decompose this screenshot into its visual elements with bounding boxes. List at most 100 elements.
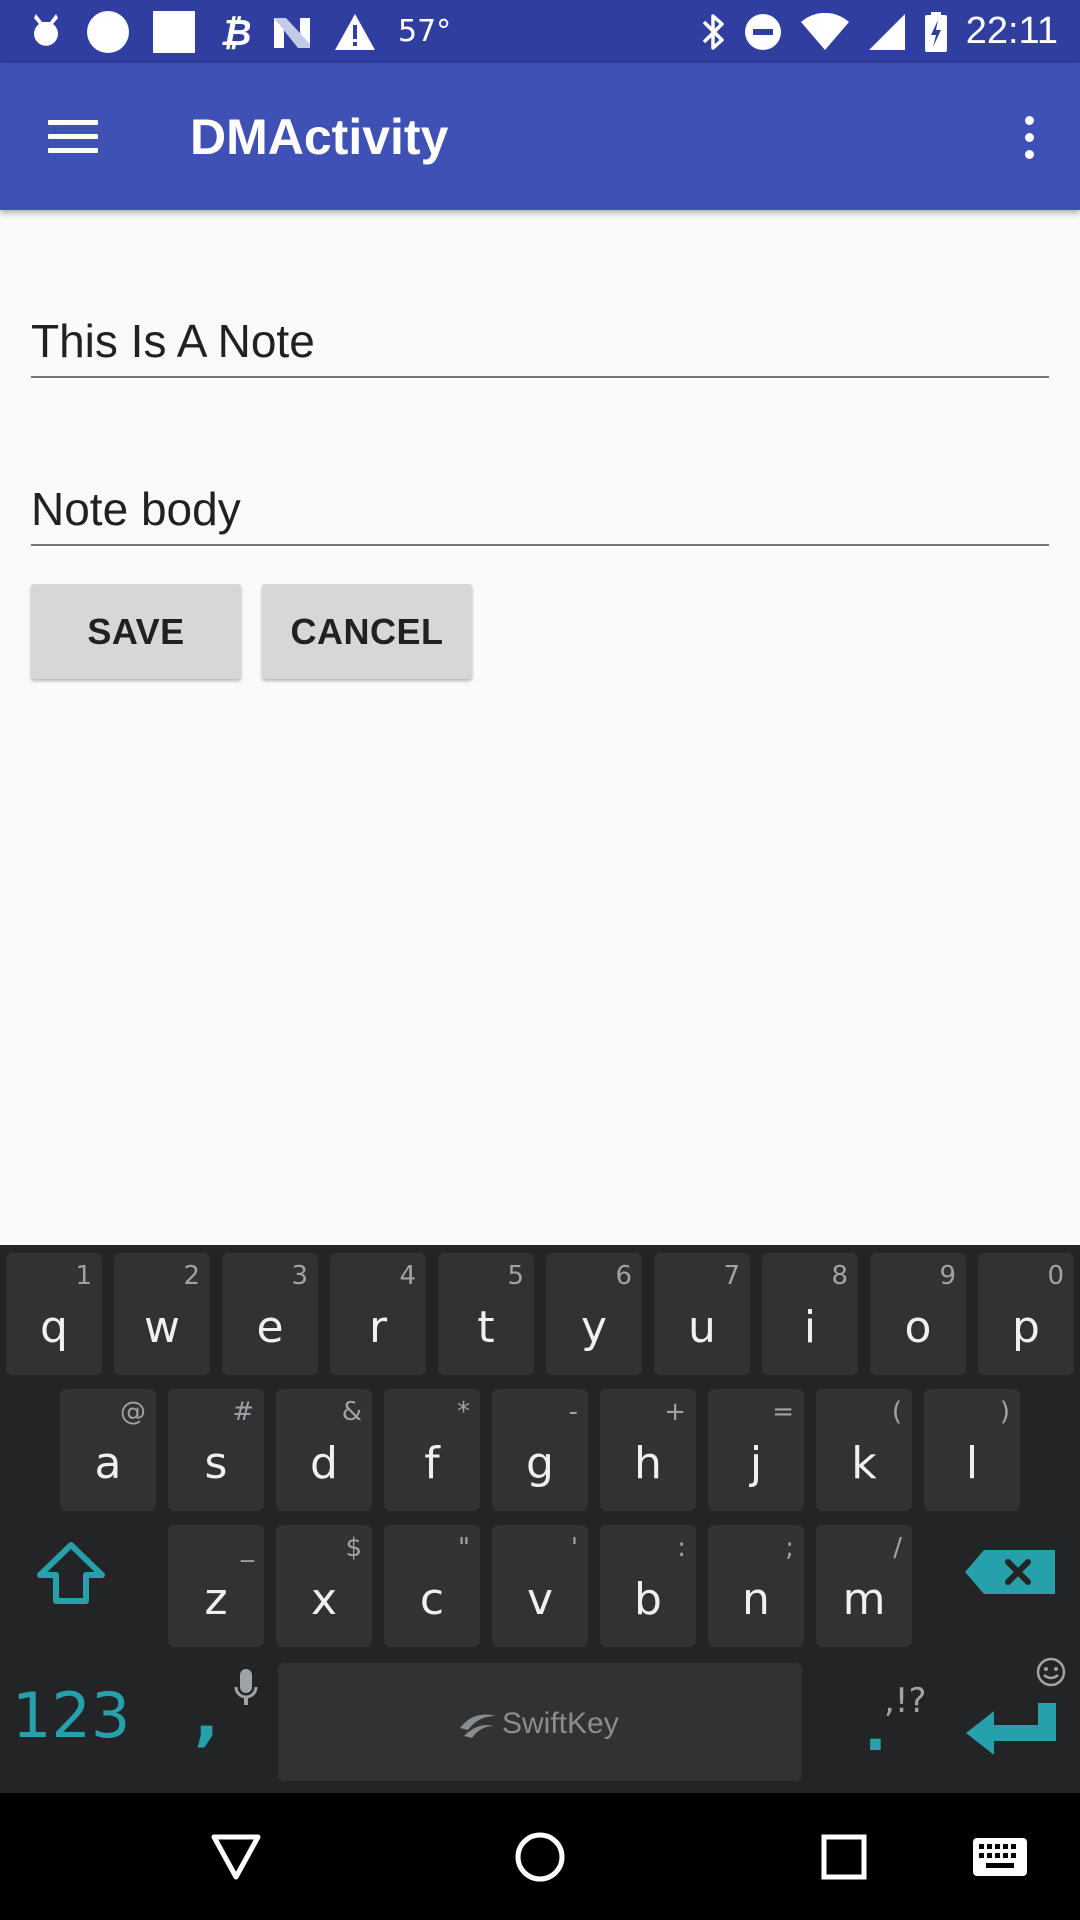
note-title-underline <box>31 376 1049 378</box>
note-title-value: This Is A Note <box>31 315 315 367</box>
key-w[interactable]: 2w <box>114 1253 210 1375</box>
shift-icon <box>36 1541 106 1610</box>
key-label: o <box>904 1302 932 1353</box>
key-p[interactable]: 0p <box>978 1253 1074 1375</box>
key-label: l <box>965 1438 979 1489</box>
enter-key[interactable] <box>946 1651 1072 1781</box>
key-k[interactable]: (k <box>816 1389 912 1511</box>
n-app-icon <box>272 14 312 50</box>
key-hint: 4 <box>399 1261 416 1291</box>
backspace-icon <box>964 1549 1056 1600</box>
key-label: f <box>424 1438 440 1489</box>
status-left-icons: ₿ 57° <box>28 0 451 63</box>
app-bar: DMActivity <box>0 63 1080 210</box>
key-z[interactable]: _ z <box>168 1525 264 1647</box>
key-o[interactable]: 9o <box>870 1253 966 1375</box>
key-y[interactable]: 6y <box>546 1253 642 1375</box>
key-label: c <box>419 1574 445 1625</box>
period-key[interactable]: ,!? . <box>838 1651 938 1767</box>
key-e[interactable]: 3e <box>222 1253 318 1375</box>
enter-icon <box>964 1701 1058 1762</box>
key-u[interactable]: 7u <box>654 1253 750 1375</box>
key-label: e <box>256 1302 284 1353</box>
cancel-button[interactable]: CANCEL <box>262 584 472 679</box>
more-vert-icon[interactable] <box>1014 107 1044 167</box>
key-hint: 0 <box>1047 1261 1064 1291</box>
key-hint: : <box>677 1533 686 1563</box>
key-label: u <box>688 1302 716 1353</box>
key-hint: * <box>457 1397 470 1427</box>
key-label: g <box>526 1438 554 1489</box>
clock-text: 22:11 <box>965 10 1058 52</box>
back-triangle-icon[interactable] <box>176 1793 296 1920</box>
do-not-disturb-icon <box>744 13 782 51</box>
wifi-icon <box>800 12 850 51</box>
status-bar: ₿ 57° 22:11 <box>0 0 1080 63</box>
key-hint: / <box>893 1533 902 1563</box>
key-l[interactable]: ) l <box>924 1389 1020 1511</box>
key-label: k <box>851 1438 877 1489</box>
recents-square-icon[interactable] <box>784 1793 904 1920</box>
key-s[interactable]: # s <box>168 1389 264 1511</box>
key-v[interactable]: ' v <box>492 1525 588 1647</box>
numbers-key[interactable]: 123 <box>0 1651 140 1767</box>
hamburger-menu-icon[interactable] <box>38 105 108 167</box>
shift-key[interactable] <box>8 1515 133 1631</box>
key-q[interactable]: 1q <box>6 1253 102 1375</box>
warning-icon <box>334 13 376 51</box>
key-hint: 9 <box>939 1261 956 1291</box>
keyboard-icon[interactable] <box>940 1793 1060 1920</box>
cell-signal-icon <box>868 13 906 51</box>
swiftkey-logo: SwiftKey <box>458 1707 619 1741</box>
key-hint: 8 <box>831 1261 848 1291</box>
period-key-label: . <box>864 1695 887 1765</box>
key-hint: 6 <box>615 1261 632 1291</box>
key-n[interactable]: ; n <box>708 1525 804 1647</box>
battery-charging-icon <box>924 11 948 53</box>
key-hint: # <box>232 1397 254 1427</box>
key-h[interactable]: + h <box>600 1389 696 1511</box>
comma-key[interactable]: , <box>168 1651 268 1767</box>
key-label: v <box>526 1574 554 1625</box>
key-label: w <box>144 1302 180 1353</box>
key-t[interactable]: 5t <box>438 1253 534 1375</box>
key-f[interactable]: * f <box>384 1389 480 1511</box>
key-x[interactable]: $ x <box>276 1525 372 1647</box>
key-label: i <box>803 1302 817 1353</box>
key-i[interactable]: 8i <box>762 1253 858 1375</box>
space-key[interactable]: SwiftKey <box>278 1663 802 1781</box>
home-circle-icon[interactable] <box>480 1793 600 1920</box>
note-body-value: Note body <box>31 483 241 535</box>
backspace-key[interactable] <box>946 1515 1072 1631</box>
key-hint: _ <box>241 1533 254 1563</box>
key-hint: 5 <box>507 1261 524 1291</box>
key-c[interactable]: " c <box>384 1525 480 1647</box>
key-r[interactable]: 4r <box>330 1253 426 1375</box>
key-hint: ' <box>570 1533 578 1563</box>
note-body-field[interactable]: Note body <box>31 481 1049 547</box>
key-hint: ; <box>785 1533 794 1563</box>
note-body-underline <box>31 544 1049 546</box>
soft-keyboard: 1q2w3e4r5t6y7u8i9o0p @ a # s & d * f - g + h = j(k) l … <box>0 1245 1080 1793</box>
key-j[interactable]: = j <box>708 1389 804 1511</box>
comma-key-label: , <box>194 1677 220 1754</box>
key-hint: 7 <box>723 1261 740 1291</box>
save-button[interactable]: SAVE <box>31 584 241 679</box>
key-a[interactable]: @ a <box>60 1389 156 1511</box>
key-b[interactable]: :b <box>600 1525 696 1647</box>
numbers-key-label: 123 <box>12 1679 131 1752</box>
key-label: p <box>1012 1302 1040 1353</box>
key-m[interactable]: / m <box>816 1525 912 1647</box>
key-d[interactable]: & d <box>276 1389 372 1511</box>
key-hint: & <box>341 1397 362 1427</box>
swiftkey-brand-text: SwiftKey <box>502 1707 619 1740</box>
key-hint: - <box>568 1397 578 1427</box>
key-label: t <box>477 1302 495 1353</box>
key-g[interactable]: -g <box>492 1389 588 1511</box>
key-label: y <box>580 1302 608 1353</box>
key-label: h <box>634 1438 662 1489</box>
key-label: j <box>749 1438 763 1489</box>
period-key-hint: ,!? <box>884 1681 927 1721</box>
note-title-field[interactable]: This Is A Note <box>31 313 1049 379</box>
key-hint: + <box>664 1397 686 1427</box>
